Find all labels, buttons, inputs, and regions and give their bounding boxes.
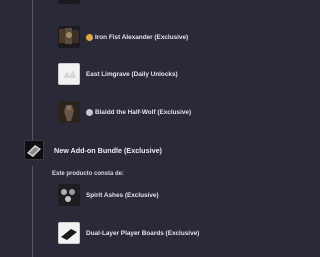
tree-connector-line — [32, 166, 33, 257]
item-thumbnail — [58, 63, 80, 85]
bundle-item-player-boards[interactable]: Dual-Layer Player Boards (Exclusive) — [58, 222, 199, 244]
item-thumbnail — [58, 222, 80, 244]
fist-emoji-icon — [86, 33, 93, 41]
item-label: Blaidd the Half-Wolf (Exclusive) — [86, 108, 191, 116]
bundle-contents-label: Este producto consta de: — [52, 171, 125, 177]
item-thumbnail — [58, 26, 80, 48]
partial-item-thumbnail[interactable] — [58, 0, 80, 4]
bundle-item-spirit-ashes[interactable]: Spirit Ashes (Exclusive) — [58, 184, 159, 206]
item-thumbnail — [58, 101, 80, 123]
bundle-header[interactable]: New Add-on Bundle (Exclusive) — [24, 140, 162, 160]
item-label: East Limgrave (Daily Unlocks) — [86, 70, 178, 78]
dlc-item-blaidd[interactable]: Blaidd the Half-Wolf (Exclusive) — [58, 101, 191, 123]
bundle-title: New Add-on Bundle (Exclusive) — [54, 145, 162, 155]
item-label: Iron Fist Alexander (Exclusive) — [86, 33, 188, 41]
dlc-item-east-limgrave[interactable]: East Limgrave (Daily Unlocks) — [58, 63, 178, 85]
tree-connector-line — [32, 0, 33, 140]
item-thumbnail — [58, 184, 80, 206]
item-label: Spirit Ashes (Exclusive) — [86, 191, 159, 199]
wolf-emoji-icon — [86, 108, 93, 116]
bundle-thumbnail — [24, 140, 44, 160]
item-label: Dual-Layer Player Boards (Exclusive) — [86, 229, 200, 237]
dlc-item-iron-fist-alexander[interactable]: Iron Fist Alexander (Exclusive) — [58, 26, 188, 48]
